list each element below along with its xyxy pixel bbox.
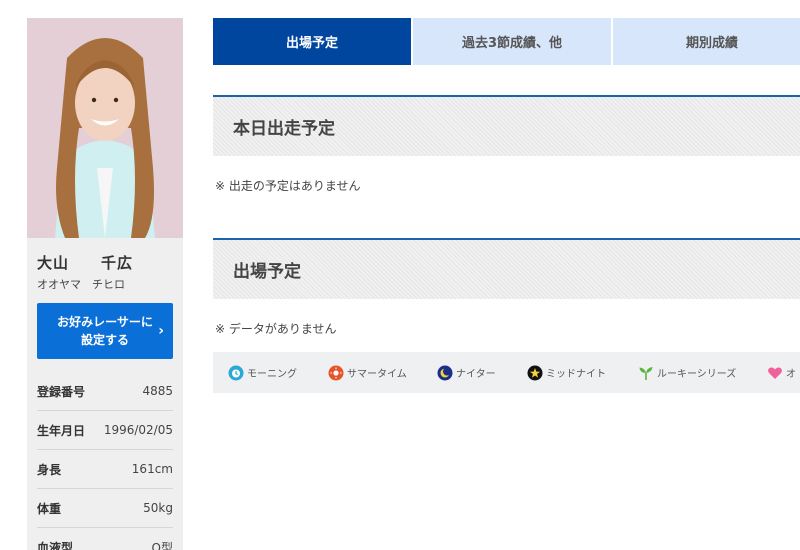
info-row-height: 身長 161cm bbox=[37, 450, 173, 489]
info-label: 体重 bbox=[37, 501, 62, 516]
race-type-legend: モーニング サマータイム ナイター ミッドナイト ルーキーシリーズ オ bbox=[213, 352, 800, 393]
moon-icon bbox=[437, 365, 453, 381]
section-title: 出場予定 bbox=[213, 238, 800, 299]
info-row-blood-type: 血液型 O型 bbox=[37, 528, 173, 550]
info-value: 4885 bbox=[142, 384, 173, 398]
section-note: ※ データがありません bbox=[215, 322, 337, 336]
heart-icon bbox=[767, 365, 783, 381]
info-row-registration-number: 登録番号 4885 bbox=[37, 372, 173, 411]
info-row-weight: 体重 50kg bbox=[37, 489, 173, 528]
legend-label: オ bbox=[786, 369, 796, 380]
star-icon bbox=[527, 365, 543, 381]
info-label: 身長 bbox=[37, 462, 62, 477]
info-value: 1996/02/05 bbox=[103, 423, 173, 437]
legend-label: ミッドナイト bbox=[546, 369, 606, 380]
legend-item-nighter: ナイター bbox=[437, 365, 527, 381]
sun-icon bbox=[328, 365, 344, 381]
sprout-icon bbox=[638, 365, 654, 381]
tab-term-results[interactable]: 期別成績 bbox=[613, 18, 800, 65]
info-label: 生年月日 bbox=[37, 423, 86, 438]
legend-item-summer-time: サマータイム bbox=[328, 365, 437, 381]
favorite-racer-button[interactable]: お好みレーサーに設定する › bbox=[37, 303, 173, 359]
racer-name: 大山 千広 bbox=[37, 254, 134, 272]
today-race-section: 本日出走予定 ※ 出走の予定はありません bbox=[213, 95, 800, 194]
legend-label: ルーキーシリーズ bbox=[657, 369, 737, 380]
legend-item-morning: モーニング bbox=[228, 365, 328, 381]
info-label: 血液型 bbox=[37, 540, 74, 550]
legend-label: ナイター bbox=[456, 369, 496, 380]
legend-item-midnight: ミッドナイト bbox=[527, 365, 638, 381]
info-value: 50kg bbox=[143, 501, 173, 515]
tab-past-results[interactable]: 過去3節成績、他 bbox=[413, 18, 611, 65]
legend-label: サマータイム bbox=[347, 369, 407, 380]
legend-label: モーニング bbox=[247, 369, 297, 380]
info-value: O型 bbox=[151, 540, 173, 550]
racer-info-list: 登録番号 4885 生年月日 1996/02/05 身長 161cm 体重 50… bbox=[37, 372, 173, 550]
info-label: 登録番号 bbox=[37, 384, 86, 399]
legend-item-truncated: オ bbox=[767, 365, 796, 381]
racer-profile-panel: 大山 千広 オオヤマ チヒロ お好みレーサーに設定する › 登録番号 4885 … bbox=[27, 18, 183, 550]
section-title: 本日出走予定 bbox=[213, 95, 800, 156]
alarm-clock-icon bbox=[228, 365, 244, 381]
info-value: 161cm bbox=[131, 462, 173, 476]
racer-photo bbox=[27, 18, 183, 238]
legend-item-rookie-series: ルーキーシリーズ bbox=[638, 365, 767, 381]
racer-name-kana: オオヤマ チヒロ bbox=[37, 278, 125, 291]
chevron-right-icon: › bbox=[158, 323, 164, 339]
schedule-section: 出場予定 ※ データがありません bbox=[213, 238, 800, 337]
tab-bar: 出場予定 過去3節成績、他 期別成績 bbox=[213, 18, 800, 65]
info-row-birthdate: 生年月日 1996/02/05 bbox=[37, 411, 173, 450]
tab-schedule[interactable]: 出場予定 bbox=[213, 18, 411, 65]
section-note: ※ 出走の予定はありません bbox=[215, 179, 361, 193]
favorite-racer-button-label: お好みレーサーに設定する bbox=[57, 315, 153, 347]
